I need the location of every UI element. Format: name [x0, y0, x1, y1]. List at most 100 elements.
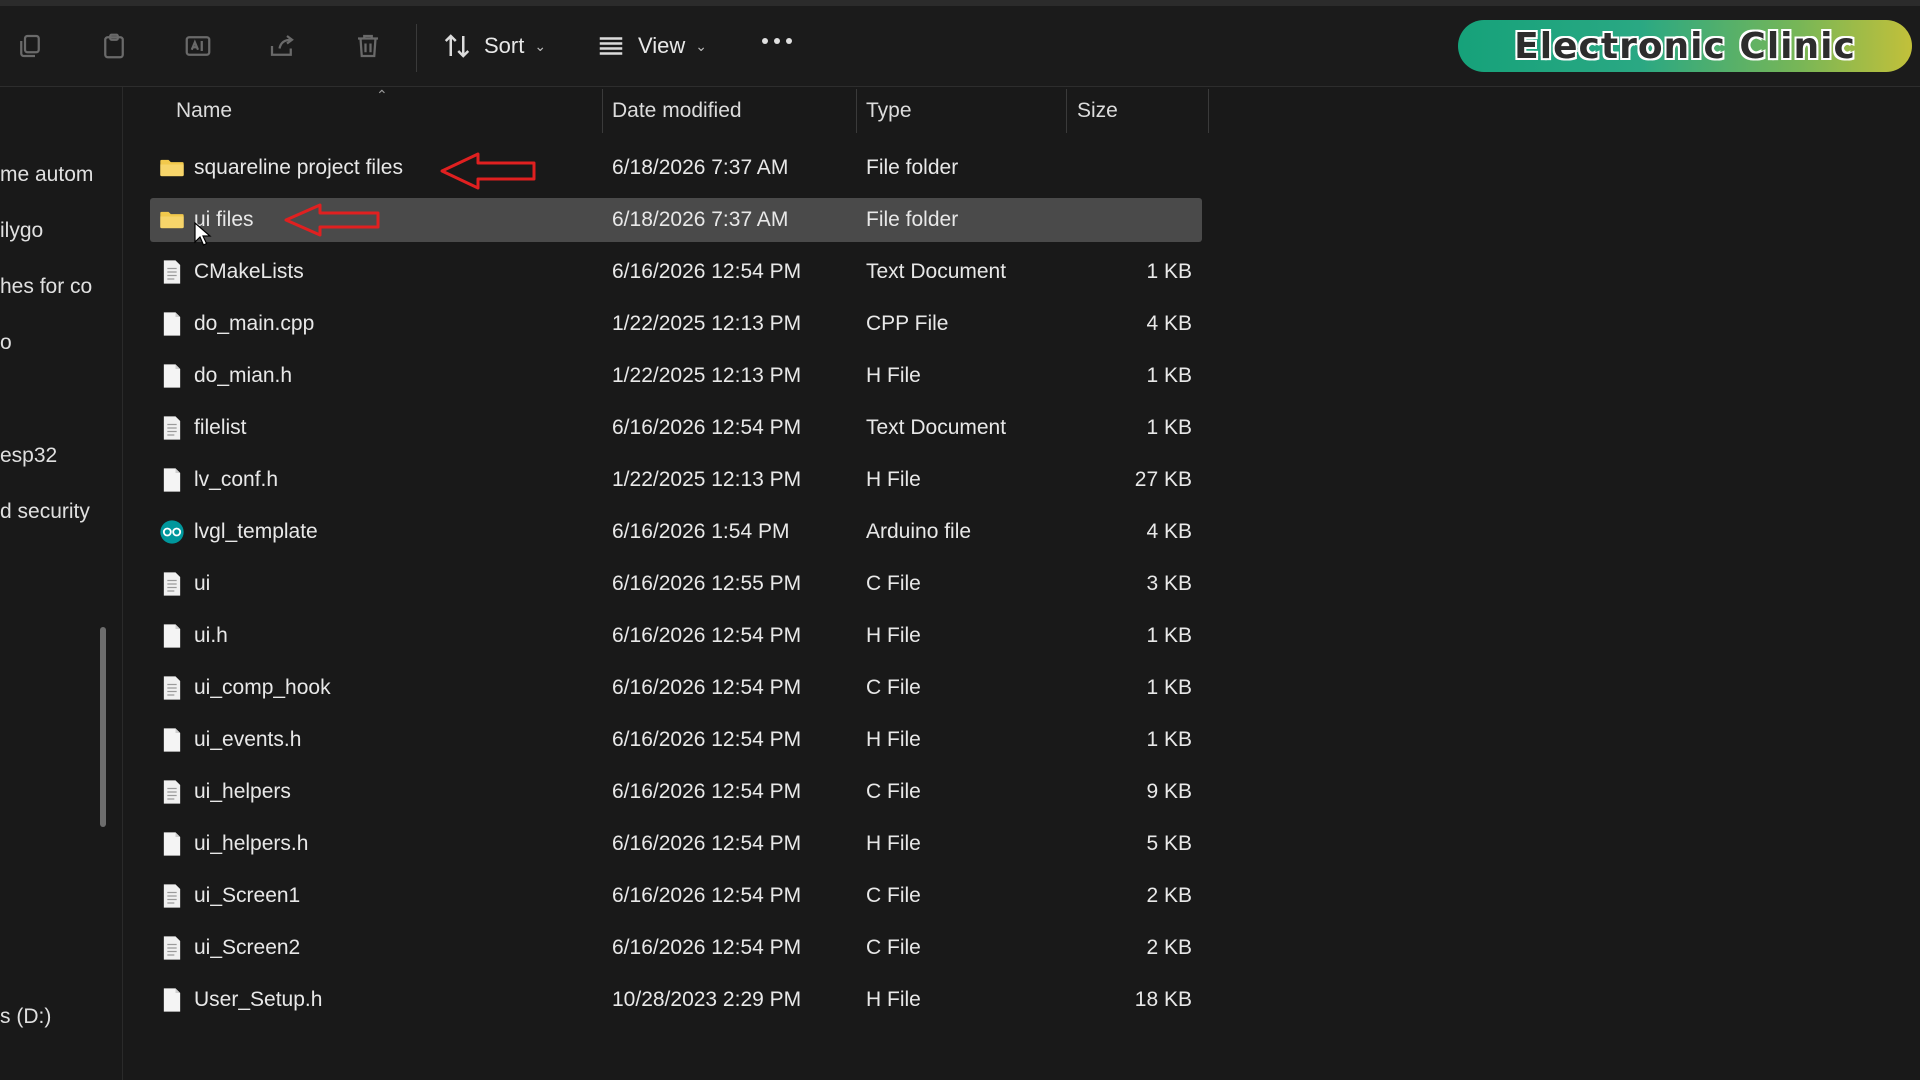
rename-icon[interactable] [180, 28, 216, 64]
file-row[interactable]: CMakeLists 6/16/2026 12:54 PM Text Documen… [150, 250, 1202, 294]
file-type: H File [866, 832, 921, 855]
view-button[interactable]: View ⌄ [596, 28, 707, 64]
file-size: 2 KB [1146, 936, 1192, 959]
file-date-modified: 6/16/2026 12:54 PM [612, 260, 802, 283]
file-date-modified: 6/18/2026 7:37 AM [612, 208, 789, 231]
column-divider[interactable] [1066, 89, 1067, 133]
file-size: 4 KB [1146, 520, 1192, 543]
file-name: ui_helpers [194, 780, 291, 803]
chevron-down-icon: ⌄ [695, 37, 708, 54]
text-file-icon [163, 260, 181, 284]
nav-item[interactable]: hes for co [0, 275, 92, 299]
file-date-modified: 6/16/2026 12:54 PM [612, 676, 802, 699]
file-row[interactable]: ui_Screen1 6/16/2026 12:54 PM C File 2 KB [150, 874, 1202, 918]
file-size: 4 KB [1146, 312, 1192, 335]
file-name: lvgl_template [194, 520, 318, 543]
file-name: lv_conf.h [194, 468, 279, 491]
file-row[interactable]: ui_events.h 6/16/2026 12:54 PM H File 1 KB [150, 718, 1202, 762]
sort-icon [444, 34, 470, 58]
file-type: C File [866, 884, 921, 907]
file-row[interactable]: filelist 6/16/2026 12:54 PM Text Document 1… [150, 406, 1202, 450]
nav-item[interactable]: ilygo [0, 219, 43, 243]
file-name: ui_Screen2 [194, 936, 301, 959]
file-row[interactable]: ui_Screen2 6/16/2026 12:54 PM C File 2 KB [150, 926, 1202, 970]
file-name: filelist [194, 416, 247, 439]
file-size: 3 KB [1146, 572, 1192, 595]
nav-item[interactable]: d security [0, 500, 90, 524]
file-type: File folder [866, 156, 959, 179]
file-type: H File [866, 988, 921, 1011]
file-row[interactable]: lvgl_template 6/16/2026 1:54 PM Arduino fi… [150, 510, 1202, 554]
file-row[interactable]: do_main.cpp 1/22/2025 12:13 PM CPP File 4 K… [150, 302, 1202, 346]
file-row[interactable]: ui.h 6/16/2026 12:54 PM H File 1 KB [150, 614, 1202, 658]
delete-icon[interactable] [350, 28, 386, 64]
column-header-name[interactable]: Name [176, 87, 232, 135]
paste-icon[interactable] [96, 28, 132, 64]
file-name: User_Setup.h [194, 988, 323, 1011]
file-size: 1 KB [1146, 728, 1192, 751]
file-row[interactable]: ui_comp_hook 6/16/2026 12:54 PM C File 1 KB [150, 666, 1202, 710]
file-row[interactable]: squareline project files 6/18/2026 7:37 A… [150, 146, 1202, 190]
file-row[interactable]: ui_helpers 6/16/2026 12:54 PM C File 9 KB [150, 770, 1202, 814]
file-type: H File [866, 468, 921, 491]
text-file-icon [163, 884, 181, 908]
column-divider[interactable] [1208, 89, 1209, 133]
nav-item-drive-d[interactable]: s (D:) [0, 1005, 51, 1029]
watermark-text: Electronic Clinic [1514, 25, 1856, 67]
file-icon [163, 988, 181, 1012]
arduino-icon [160, 520, 184, 544]
watermark-logo: Electronic Clinic [1458, 20, 1912, 72]
mouse-cursor-icon [194, 222, 212, 246]
file-date-modified: 6/16/2026 12:55 PM [612, 572, 802, 595]
file-row[interactable]: User_Setup.h 10/28/2023 2:29 PM H File 18 K… [150, 978, 1202, 1022]
annotation-arrow-icon [440, 152, 536, 190]
column-header-date[interactable]: Date modified [612, 87, 742, 135]
sort-ascending-icon: ⌃ [376, 87, 388, 103]
column-divider[interactable] [602, 89, 603, 133]
file-name: ui_events.h [194, 728, 302, 751]
file-type: Text Document [866, 260, 1007, 283]
sort-button[interactable]: Sort ⌄ [442, 28, 546, 64]
file-name: CMakeLists [194, 260, 304, 283]
file-size: 9 KB [1146, 780, 1192, 803]
file-size: 2 KB [1146, 884, 1192, 907]
file-name: do_mian.h [194, 364, 293, 387]
file-date-modified: 6/16/2026 1:54 PM [612, 520, 790, 543]
nav-item[interactable]: esp32 [0, 444, 57, 468]
file-icon [163, 312, 181, 336]
file-type: Arduino file [866, 520, 972, 543]
column-divider[interactable] [856, 89, 857, 133]
file-row[interactable]: do_mian.h 1/22/2025 12:13 PM H File 1 KB [150, 354, 1202, 398]
file-type: CPP File [866, 312, 949, 335]
file-name: ui.h [194, 624, 228, 647]
sort-label: Sort [484, 33, 525, 58]
more-icon[interactable] [762, 38, 792, 44]
share-icon[interactable] [264, 28, 300, 64]
file-icon [163, 364, 181, 388]
copy-icon[interactable] [12, 28, 48, 64]
file-date-modified: 1/22/2025 12:13 PM [612, 468, 802, 491]
file-name: ui_comp_hook [194, 676, 331, 699]
column-header-size[interactable]: Size [1077, 87, 1118, 135]
folder-icon [160, 211, 184, 229]
text-file-icon [163, 780, 181, 804]
file-date-modified: 6/16/2026 12:54 PM [612, 728, 802, 751]
text-file-icon [163, 936, 181, 960]
file-row[interactable]: ui 6/16/2026 12:55 PM C File 3 KB [150, 562, 1202, 606]
file-date-modified: 6/16/2026 12:54 PM [612, 832, 802, 855]
nav-item[interactable]: me autom [0, 163, 93, 187]
nav-scrollbar[interactable] [100, 627, 106, 827]
file-row[interactable]: ui_helpers.h 6/16/2026 12:54 PM H File 5 KB [150, 822, 1202, 866]
file-row[interactable]: lv_conf.h 1/22/2025 12:13 PM H File 27 KB [150, 458, 1202, 502]
column-header-type[interactable]: Type [866, 87, 912, 135]
file-date-modified: 6/18/2026 7:37 AM [612, 156, 789, 179]
file-size: 1 KB [1146, 676, 1192, 699]
navigation-pane: me autom ilygo hes for co o esp32 d secu… [0, 87, 123, 1080]
nav-item[interactable]: o [0, 331, 12, 355]
file-size: 1 KB [1146, 416, 1192, 439]
file-icon [163, 468, 181, 492]
file-date-modified: 6/16/2026 12:54 PM [612, 416, 802, 439]
file-date-modified: 1/22/2025 12:13 PM [612, 364, 802, 387]
file-size: 18 KB [1134, 988, 1192, 1011]
file-size: 1 KB [1146, 624, 1192, 647]
